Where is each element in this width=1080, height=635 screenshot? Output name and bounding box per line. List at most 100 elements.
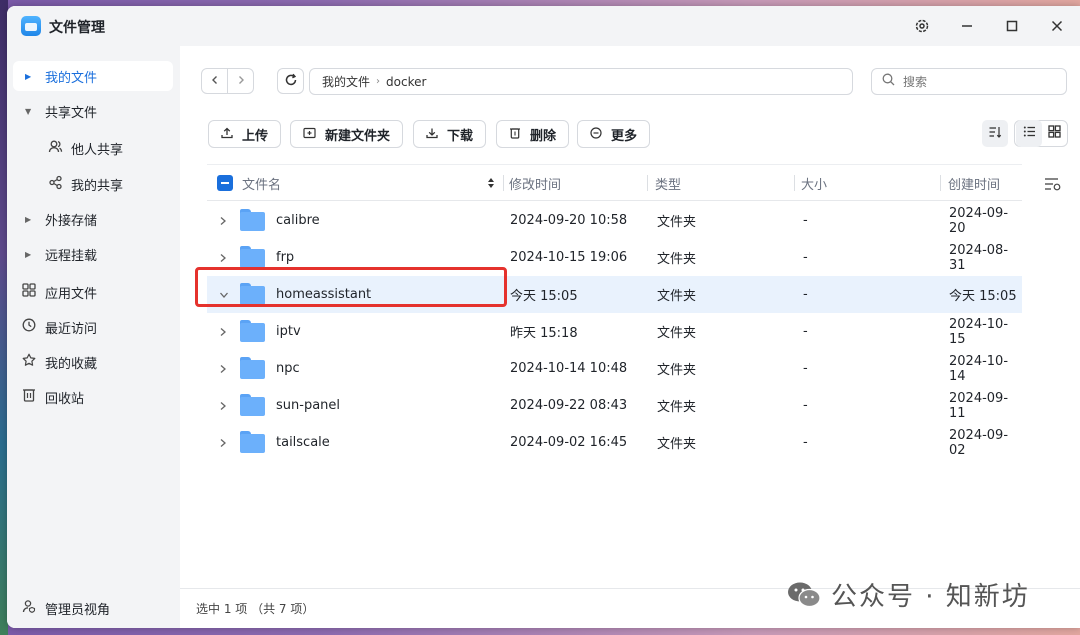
star-icon <box>21 353 37 371</box>
annotation-highlight-box <box>195 267 507 307</box>
download-button[interactable]: 下载 <box>413 120 487 148</box>
created-time: 2024-10-14 <box>949 353 1009 384</box>
chevron-right-icon[interactable] <box>219 387 227 424</box>
created-time: 2024-10-15 <box>949 316 1009 347</box>
column-header-type[interactable]: 类型 <box>655 165 681 201</box>
breadcrumb: 我的文件 › docker <box>309 68 853 95</box>
sidebar-item-external-storage[interactable]: ▶ 外接存储 <box>7 204 173 234</box>
delete-button[interactable]: 删除 <box>496 120 570 148</box>
watermark: 公众号 · 知新坊 <box>787 576 1030 613</box>
modified-time: 今天 15:05 <box>510 289 578 304</box>
created-time: 2024-09-02 <box>949 427 1009 458</box>
caret-down-icon: ▼ <box>25 106 32 116</box>
created-time: 2024-09-11 <box>949 390 1009 421</box>
file-manager-window: 文件管理 ▶ 我的文件 ▼ 共享文件 他人共享 我的共享 ▶ 外接存储 ▶ 远程… <box>7 6 1080 628</box>
refresh-button[interactable] <box>277 68 304 94</box>
search-box <box>871 68 1067 95</box>
sidebar-item-remote-mount[interactable]: ▶ 远程挂载 <box>7 239 173 269</box>
sidebar-item-shared-files[interactable]: ▼ 共享文件 <box>7 96 173 126</box>
search-icon <box>882 73 895 90</box>
sidebar-item-recycle-bin[interactable]: 回收站 <box>7 382 173 412</box>
column-header-size[interactable]: 大小 <box>801 165 827 201</box>
table-row[interactable]: tailscale 2024-09-02 16:45 文件夹 - 2024-09… <box>207 424 1022 461</box>
caret-right-icon: ▶ <box>25 249 32 259</box>
chevron-right-icon[interactable] <box>219 424 227 461</box>
modified-time: 2024-09-20 10:58 <box>510 213 628 228</box>
main-panel: 我的文件 › docker 上传 新建文件夹 下 <box>180 46 1080 628</box>
breadcrumb-my-files[interactable]: 我的文件 <box>322 73 370 90</box>
sidebar-item-label: 我的共享 <box>71 178 124 194</box>
file-name: tailscale <box>276 435 330 450</box>
chevron-right-icon[interactable] <box>219 313 227 350</box>
selection-status: 选中 1 项 （共 7 项） <box>196 602 315 616</box>
sidebar-item-my-files[interactable]: ▶ 我的文件 <box>13 61 173 91</box>
select-all-checkbox[interactable] <box>217 175 233 191</box>
file-name: calibre <box>276 213 320 228</box>
sidebar-item-label: 回收站 <box>45 391 85 407</box>
file-size: - <box>803 324 808 339</box>
sidebar-item-my-shares[interactable]: 我的共享 <box>7 169 173 199</box>
grid-view-button[interactable] <box>1041 120 1067 147</box>
more-circle-icon <box>590 126 602 142</box>
modified-time: 2024-09-22 08:43 <box>510 398 628 413</box>
file-type: 文件夹 <box>657 326 697 341</box>
close-icon[interactable] <box>1044 14 1070 38</box>
more-button[interactable]: 更多 <box>577 120 651 148</box>
chevron-right-icon[interactable] <box>219 202 227 239</box>
sidebar-item-shared-with-me[interactable]: 他人共享 <box>7 133 173 163</box>
download-label: 下载 <box>447 128 474 144</box>
upload-button[interactable]: 上传 <box>208 120 282 148</box>
file-size: - <box>803 287 808 302</box>
delete-label: 删除 <box>530 128 557 144</box>
file-manager-app-icon <box>21 16 41 36</box>
new-folder-button[interactable]: 新建文件夹 <box>290 120 404 148</box>
table-row[interactable]: calibre 2024-09-20 10:58 文件夹 - 2024-09-2… <box>207 202 1022 239</box>
maximize-icon[interactable] <box>999 14 1025 38</box>
sidebar: ▶ 我的文件 ▼ 共享文件 他人共享 我的共享 ▶ 外接存储 ▶ 远程挂载 应用… <box>7 46 180 628</box>
table-row[interactable]: iptv 昨天 15:18 文件夹 - 2024-10-15 <box>207 313 1022 350</box>
upload-icon <box>221 127 233 142</box>
search-input[interactable] <box>903 74 1053 89</box>
created-time: 2024-09-20 <box>949 205 1009 236</box>
folder-icon <box>240 320 265 342</box>
forward-button[interactable] <box>227 68 254 94</box>
file-type: 文件夹 <box>657 252 697 267</box>
folder-plus-icon <box>303 127 316 142</box>
sidebar-item-app-files[interactable]: 应用文件 <box>7 277 173 307</box>
column-header-created[interactable]: 创建时间 <box>948 165 1000 201</box>
clock-icon <box>21 318 37 336</box>
table-row[interactable]: npc 2024-10-14 10:48 文件夹 - 2024-10-14 <box>207 350 1022 387</box>
breadcrumb-docker[interactable]: docker <box>386 75 426 89</box>
chevron-right-icon <box>236 74 246 88</box>
back-button[interactable] <box>201 68 228 94</box>
sidebar-item-recent[interactable]: 最近访问 <box>7 312 173 342</box>
minimize-icon[interactable] <box>954 14 980 38</box>
sidebar-item-label: 最近访问 <box>45 321 98 337</box>
column-settings-icon[interactable] <box>1044 176 1062 196</box>
created-time: 今天 15:05 <box>949 289 1017 304</box>
list-view-button[interactable] <box>1016 120 1042 147</box>
modified-time: 昨天 15:18 <box>510 326 578 341</box>
apps-icon <box>21 283 37 301</box>
caret-right-icon: ▶ <box>25 214 32 224</box>
list-icon <box>1023 125 1036 142</box>
column-header-name[interactable]: 文件名 <box>242 165 281 201</box>
column-divider <box>794 175 795 191</box>
table-row[interactable]: sun-panel 2024-09-22 08:43 文件夹 - 2024-09… <box>207 387 1022 424</box>
sort-button[interactable] <box>982 120 1008 147</box>
wechat-icon <box>787 581 821 609</box>
sidebar-item-label: 应用文件 <box>45 286 98 302</box>
file-type: 文件夹 <box>657 289 697 304</box>
title-bar: 文件管理 <box>7 6 1080 46</box>
column-header-modified[interactable]: 修改时间 <box>509 165 561 201</box>
admin-view-toggle[interactable]: 管理员视角 <box>7 588 180 628</box>
settings-gear-icon[interactable] <box>909 14 935 38</box>
folder-icon <box>240 394 265 416</box>
file-name: npc <box>276 361 300 376</box>
sort-toggle-icon[interactable] <box>487 165 495 201</box>
users-icon <box>47 139 63 158</box>
chevron-right-icon[interactable] <box>219 350 227 387</box>
modified-time: 2024-09-02 16:45 <box>510 435 628 450</box>
sidebar-item-favorites[interactable]: 我的收藏 <box>7 347 173 377</box>
file-size: - <box>803 398 808 413</box>
